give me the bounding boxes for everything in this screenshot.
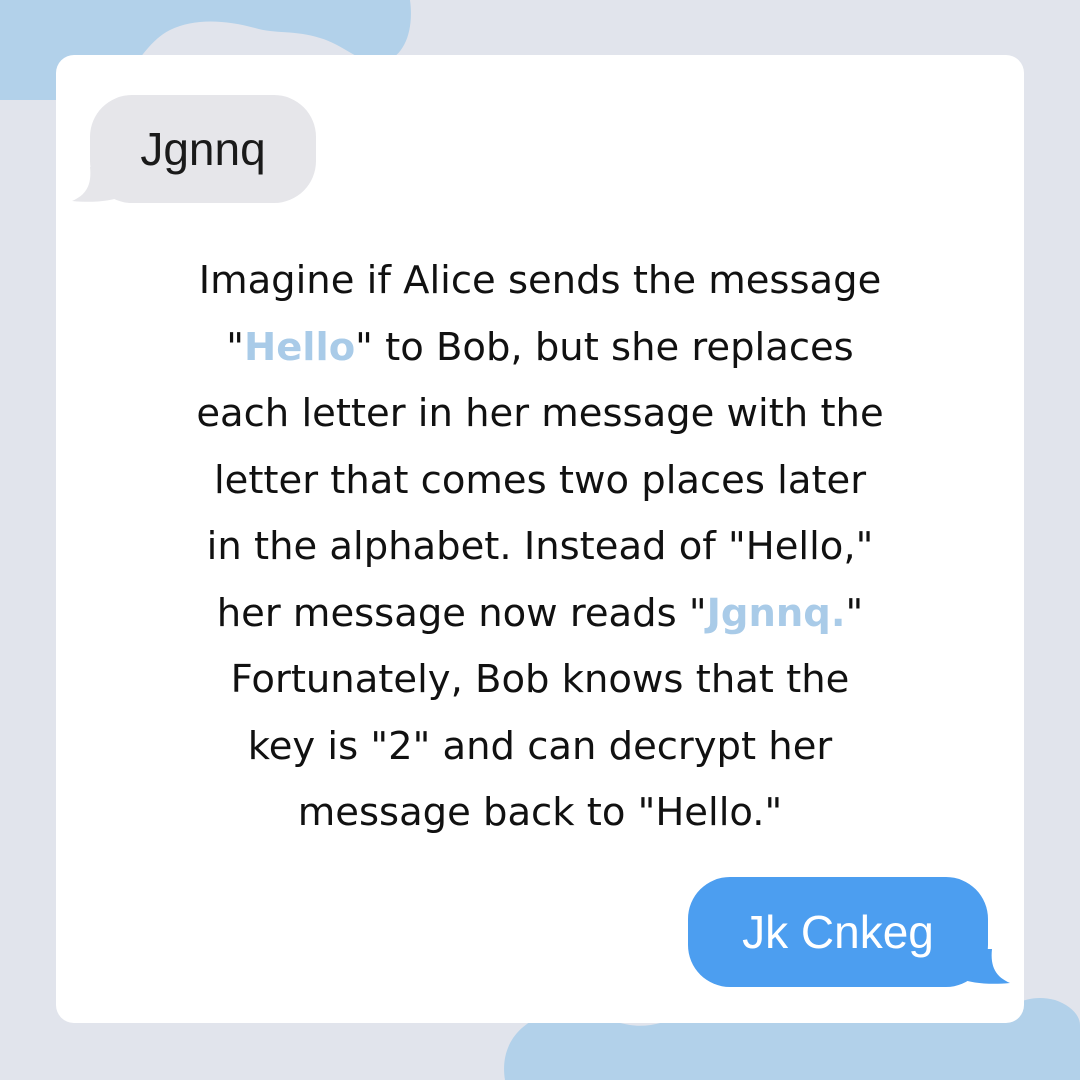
body-paragraph: Imagine if Alice sends the message "Hell… (96, 248, 984, 847)
highlight-jgnnq: Jgnnq. (706, 590, 846, 636)
body-line-6-start: her message now reads " (216, 590, 707, 636)
incoming-message: Jgnnq (72, 95, 316, 210)
body-line-6: her message now reads "Jgnnq." (96, 581, 984, 648)
body-line-8: key is "2" and can decrypt her (247, 723, 833, 769)
body-line-9: message back to "Hello." (297, 790, 783, 835)
body-line-1: Imagine if Alice sends the message (198, 258, 882, 303)
quote-open: " (226, 324, 244, 370)
body-line-4: letter that comes two places later (213, 457, 867, 503)
highlight-hello: Hello (243, 324, 356, 370)
quote-close: " (845, 590, 864, 636)
body-line-2-rest: " to Bob, but she replaces (355, 324, 854, 370)
body-line-5: in the alphabet. Instead of "Hello," (206, 524, 874, 569)
outgoing-message: Jk Cnkeg (688, 877, 1010, 992)
body-line-3: each letter in her message with the (196, 391, 884, 436)
body-line-7: Fortunately, Bob knows that the (230, 657, 850, 702)
body-line-2: "Hello" to Bob, but she replaces (96, 315, 984, 382)
outgoing-bubble: Jk Cnkeg (688, 877, 988, 987)
incoming-bubble: Jgnnq (90, 95, 316, 203)
